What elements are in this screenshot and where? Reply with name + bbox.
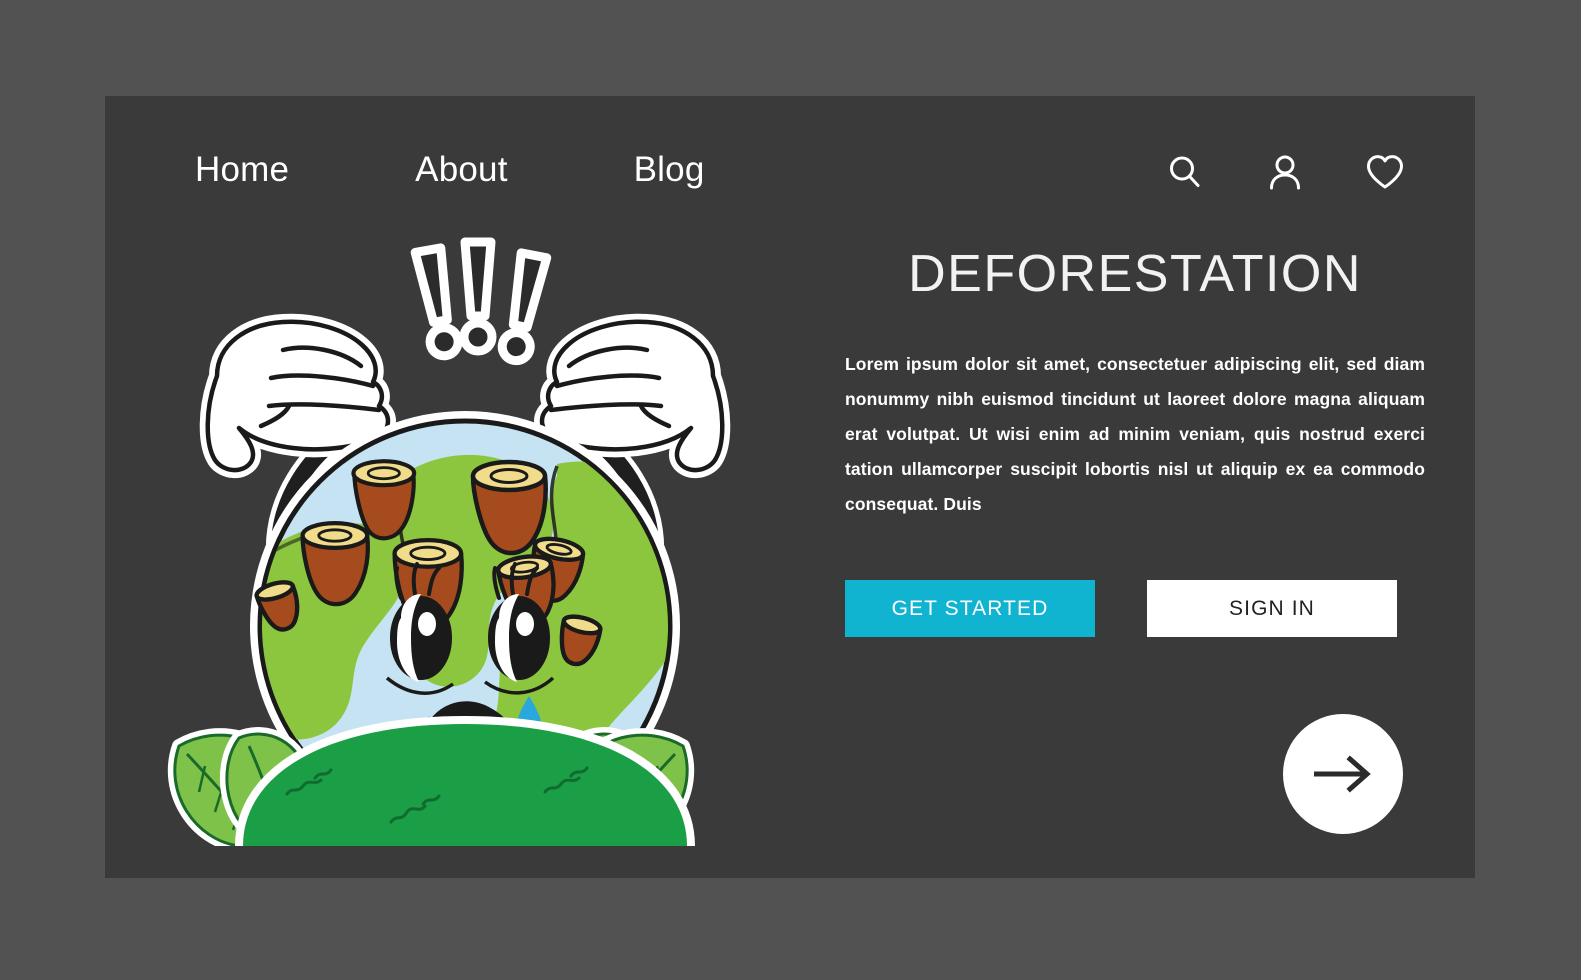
user-icon[interactable]	[1265, 152, 1305, 192]
illustration-crying-earth	[165, 226, 765, 846]
nav-icon-group	[1165, 152, 1405, 192]
search-icon[interactable]	[1165, 152, 1205, 192]
sign-in-button[interactable]: SIGN IN	[1147, 580, 1397, 638]
next-slide-button[interactable]	[1283, 714, 1403, 834]
cta-button-row: GET STARTED SIGN IN	[845, 580, 1425, 638]
hero-paragraph: Lorem ipsum dolor sit amet, consectetuer…	[845, 354, 1425, 515]
page-title: DEFORESTATION	[908, 245, 1362, 303]
arrow-right-icon	[1314, 755, 1371, 793]
get-started-button[interactable]: GET STARTED	[845, 580, 1095, 638]
heart-icon[interactable]	[1365, 152, 1405, 192]
page-stage: Home About Blog DEFORESTATION Lorem ipsu…	[0, 0, 1581, 980]
exclamation-marks	[410, 237, 552, 366]
nav-link-blog[interactable]: Blog	[634, 150, 705, 190]
nav-link-home[interactable]: Home	[195, 150, 289, 190]
hero-content: DEFORESTATION Lorem ipsum dolor sit amet…	[845, 245, 1425, 638]
earth-character-svg	[167, 237, 731, 846]
hero-panel: Home About Blog DEFORESTATION Lorem ipsu…	[105, 96, 1475, 878]
nav-links: Home About Blog	[195, 150, 705, 190]
nav-link-about[interactable]: About	[415, 150, 507, 190]
